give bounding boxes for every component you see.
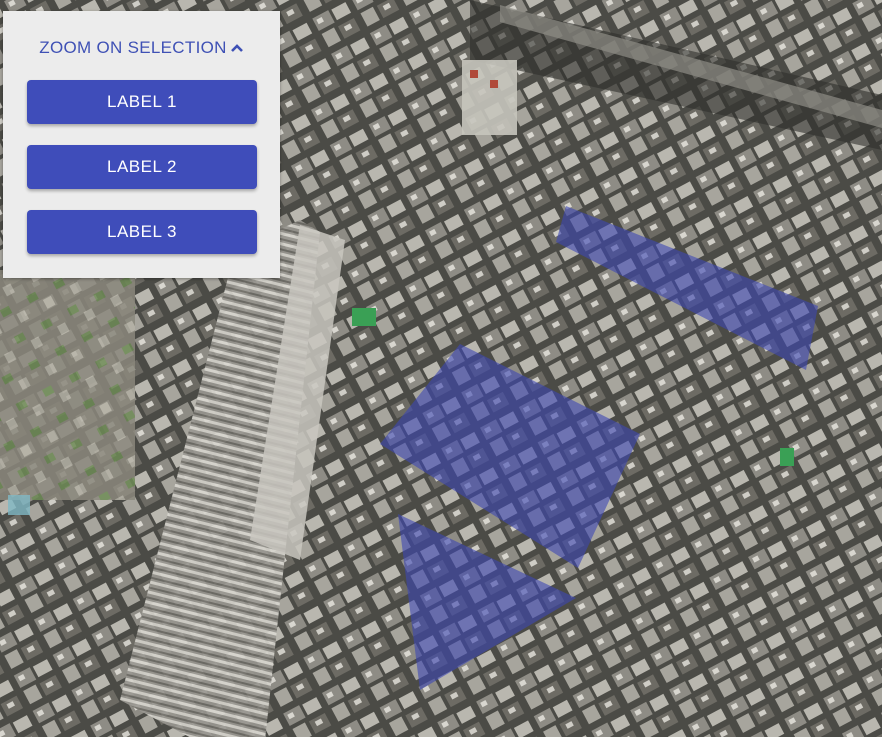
- zoom-on-selection-toggle[interactable]: ZOOM ON SELECTION: [3, 37, 280, 59]
- zoom-on-selection-label: ZOOM ON SELECTION: [39, 38, 227, 57]
- label-1-button[interactable]: LABEL 1: [27, 80, 257, 124]
- chevron-up-icon: [230, 44, 243, 52]
- label-3-button[interactable]: LABEL 3: [27, 210, 257, 254]
- selection-panel: ZOOM ON SELECTION LABEL 1 LABEL 2 LABEL …: [3, 11, 280, 278]
- label-2-button[interactable]: LABEL 2: [27, 145, 257, 189]
